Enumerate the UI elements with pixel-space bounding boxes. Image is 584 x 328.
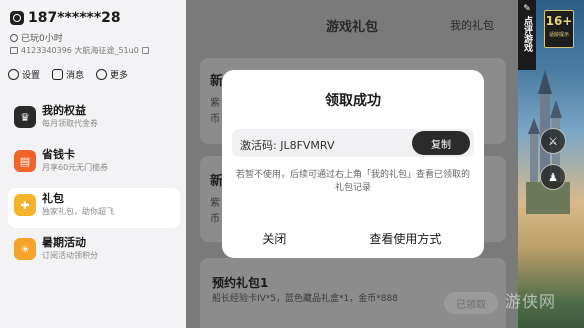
dialog-title: 领取成功 [325,93,381,109]
sidebar-item-saving-card[interactable]: ▤ 省钱卡 月享60元无门槛券 [8,144,180,184]
review-label: 点评游戏 [522,16,532,52]
more-button[interactable]: 更多 [96,68,128,81]
close-button[interactable]: 关闭 [222,220,327,256]
my-gifts-link[interactable]: 我的礼包 [450,17,494,33]
messages-button[interactable]: 消息 [52,68,84,81]
sidebar-item-benefits[interactable]: ♛ 我的权益 每月领取代金券 [8,100,180,140]
age-rating-badge: 16+ 适龄提示 [544,10,574,48]
gift-icon: ✚ [14,194,36,216]
edit-icon[interactable] [141,47,149,54]
card-icon: ▤ [14,150,36,172]
gift-card-desc: 紫 [210,98,220,109]
preorder-gift-desc: 船长经验卡IV*5，蓝色藏品礼盒*1，金币*888 [212,294,398,304]
message-icon [52,69,64,80]
gear-icon [8,69,19,80]
playtime-row: 已玩0小时 [10,31,63,44]
gift-card-desc: 币 [210,214,220,225]
sidebar-item-subtitle: 每月领取代金券 [42,119,98,128]
sidebar-item-gifts[interactable]: ✚ 礼包 独家礼包，助你超飞 [8,188,180,228]
dialog-actions: 关闭 查看使用方式 [222,220,484,256]
claim-success-dialog: 领取成功 激活码: JL8FVMRV 复制 若暂不使用，后续可通过右上角「我的礼… [222,70,484,258]
preorder-gift-title: 预约礼包1 [212,276,269,290]
dialog-note: 若暂不使用，后续可通过右上角「我的礼包」查看已领取的礼包记录 [236,170,471,193]
pen-icon: ✎ [523,4,531,14]
sidebar-item-title: 暑期活动 [42,236,86,249]
uid-row[interactable]: 4123340396 大航海征途_51u0 [10,45,149,56]
sidebar-item-title: 我的权益 [42,104,86,117]
clock-icon [10,33,18,42]
id-card-icon [10,47,18,54]
age-rating: 16+ [545,14,573,28]
sidebar-item-subtitle: 订阅活动领积分 [42,251,98,260]
more-label: 更多 [110,71,129,81]
sidebar-item-title: 省钱卡 [42,148,75,161]
sidebar-item-summer-event[interactable]: ☀ 暑期活动 订阅活动领积分 [8,232,180,272]
sidebar-item-subtitle: 月享60元无门槛券 [42,163,109,172]
messages-label: 消息 [66,71,85,81]
user-name: 187******28 [28,10,121,26]
activation-code-box: 激活码: JL8FVMRV 复制 [232,129,474,157]
gift-card-desc: 紫 [210,198,220,209]
crown-icon: ♛ [14,106,36,128]
watermark: 游侠网 [505,292,557,311]
settings-label: 设置 [22,71,41,81]
age-rating-label: 适龄提示 [548,32,569,38]
swords-icon[interactable]: ⚔ [540,128,566,154]
quick-actions: 设置 消息 更多 [8,68,128,81]
playtime-text: 已玩0小时 [21,34,63,44]
sidebar: 187******28 已玩0小时 4123340396 大航海征途_51u0 … [0,0,186,328]
sidebar-item-subtitle: 独家礼包，助你超飞 [42,207,114,216]
user-name-row[interactable]: 187******28 [10,10,121,26]
settings-button[interactable]: 设置 [8,68,40,81]
sidebar-item-title: 礼包 [42,192,64,205]
view-usage-button[interactable]: 查看使用方式 [327,220,484,256]
activation-code: 激活码: JL8FVMRV [240,139,335,152]
gift-card-desc: 币 [210,114,220,125]
person-icon[interactable]: ♟ [540,164,566,190]
more-icon [96,69,108,80]
user-icon [10,11,24,25]
sidebar-menu: ♛ 我的权益 每月领取代金券 ▤ 省钱卡 月享60元无门槛券 ✚ 礼包 独家礼包… [8,100,180,276]
review-game-tab[interactable]: ✎ 点评游戏 [518,0,536,70]
claimed-button[interactable]: 已领取 [444,292,498,314]
uid-text: 4123340396 大航海征途_51u0 [21,46,139,55]
copy-button[interactable]: 复制 [412,131,470,155]
summer-icon: ☀ [14,238,36,260]
